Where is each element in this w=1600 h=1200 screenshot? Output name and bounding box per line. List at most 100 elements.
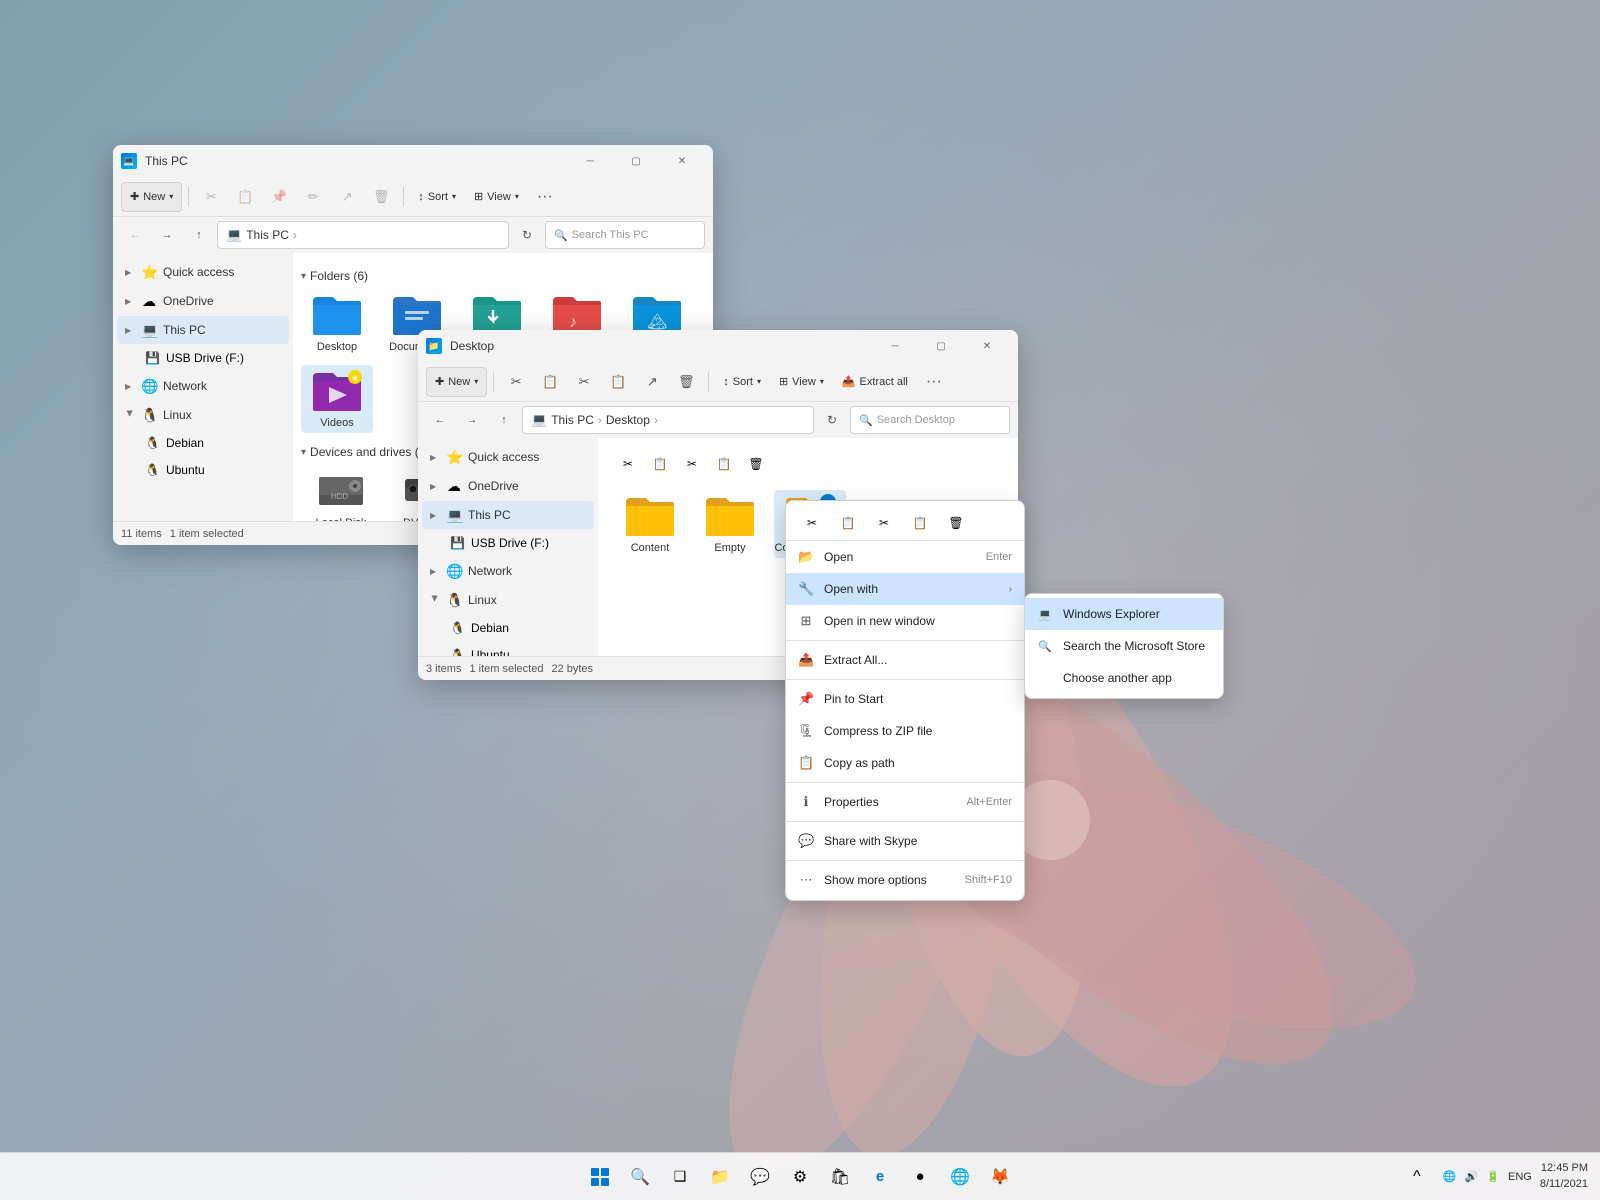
sidebar-item-thispc[interactable]: ▶ 💻 This PC: [117, 316, 289, 344]
view-btn-this-pc[interactable]: ⊞ View ▾: [466, 182, 527, 212]
sidebar2-item-ubuntu[interactable]: 🐧 Ubuntu: [422, 642, 594, 656]
folder-videos[interactable]: ★ Videos: [301, 365, 373, 433]
ctx-share-skype[interactable]: 💬 Share with Skype: [786, 825, 1024, 857]
refresh-btn-desktop[interactable]: ↻: [818, 406, 846, 434]
maximize-btn-this-pc[interactable]: ▢: [613, 145, 659, 177]
search-button[interactable]: 🔍: [622, 1159, 658, 1195]
path-this-pc[interactable]: 💻 This PC ›: [217, 221, 509, 249]
ctx-copy-path[interactable]: 📋 Copy as path: [786, 747, 1024, 779]
chrome-taskbar-button[interactable]: 🌐: [942, 1159, 978, 1195]
ctx-open[interactable]: 📂 Open Enter: [786, 541, 1024, 573]
folder-delete-btn[interactable]: 🗑: [742, 450, 770, 478]
folder-cut2-btn[interactable]: ✂: [678, 450, 706, 478]
new-icon-desktop: ✚: [435, 375, 444, 388]
folders-section-header[interactable]: ▾ Folders (6): [301, 269, 705, 283]
taskbar-right: ^ 🌐 🔊 🔋 ENG 12:45 PM 8/11/2021: [1399, 1159, 1588, 1195]
paste-btn-desktop[interactable]: ✂: [568, 367, 600, 397]
folder-content[interactable]: Content: [614, 490, 686, 558]
taskbar-network[interactable]: 🌐: [1443, 1170, 1457, 1183]
submenu-windows-explorer[interactable]: 💻 Windows Explorer: [1025, 598, 1223, 630]
taskbar-center: 🔍 ❑ 📁 💬 ⚙ 🛍 e ● 🌐: [582, 1159, 1018, 1195]
ctx-properties[interactable]: ℹ Properties Alt+Enter: [786, 786, 1024, 818]
submenu-choose-app[interactable]: Choose another app: [1025, 662, 1223, 694]
extra-taskbar-button[interactable]: 🦊: [982, 1159, 1018, 1195]
back-btn-this-pc[interactable]: ←: [121, 221, 149, 249]
more-btn-this-pc[interactable]: ···: [529, 182, 561, 212]
taskbar-language[interactable]: ENG: [1508, 1171, 1532, 1183]
path-desktop[interactable]: 💻 This PC › Desktop ›: [522, 406, 814, 434]
taskview-button[interactable]: ❑: [662, 1159, 698, 1195]
delete-btn-desktop[interactable]: 🗑: [670, 367, 702, 397]
minimize-btn-this-pc[interactable]: ─: [567, 145, 613, 177]
up-btn-desktop[interactable]: ↑: [490, 406, 518, 434]
sidebar-item-network[interactable]: ▶ 🌐 Network: [117, 372, 289, 400]
store-taskbar-button[interactable]: 🛍: [822, 1159, 858, 1195]
sidebar2-item-debian[interactable]: 🐧 Debian: [422, 615, 594, 641]
ctx-pin-start[interactable]: 📌 Pin to Start: [786, 683, 1024, 715]
submenu-ms-store[interactable]: 🔍 Search the Microsoft Store: [1025, 630, 1223, 662]
maximize-btn-desktop[interactable]: ▢: [918, 330, 964, 362]
refresh-btn-this-pc[interactable]: ↻: [513, 221, 541, 249]
ctx-open-new-window[interactable]: ⊞ Open in new window: [786, 605, 1024, 637]
folder-empty[interactable]: Empty: [694, 490, 766, 558]
drive-c[interactable]: HDD Local Disk (C:): [301, 465, 381, 521]
sidebar2-item-onedrive[interactable]: ▶ ☁ OneDrive: [422, 472, 594, 500]
taskbar-battery[interactable]: 🔋: [1486, 1170, 1500, 1183]
sidebar2-item-quickaccess[interactable]: ▶ ⭐ Quick access: [422, 443, 594, 471]
ctx-cut-icon[interactable]: ✂: [798, 509, 826, 537]
back-btn-desktop[interactable]: ←: [426, 406, 454, 434]
more-taskbar-apps[interactable]: ●: [902, 1159, 938, 1195]
taskbar-chevron-up[interactable]: ^: [1399, 1159, 1435, 1195]
explorer-taskbar-button[interactable]: 📁: [702, 1159, 738, 1195]
more-btn-desktop[interactable]: ···: [918, 367, 950, 397]
search-box-this-pc[interactable]: 🔍 Search This PC: [545, 221, 705, 249]
rename-btn-desktop[interactable]: 📋: [602, 367, 634, 397]
sidebar2-item-usbdrive[interactable]: 💾 USB Drive (F:): [422, 530, 594, 556]
sidebar-item-quickaccess[interactable]: ▶ ⭐ Quick access: [117, 258, 289, 286]
sidebar-item-ubuntu[interactable]: 🐧 Ubuntu: [117, 457, 289, 483]
start-button[interactable]: [582, 1159, 618, 1195]
close-btn-this-pc[interactable]: ✕: [659, 145, 705, 177]
folder-cut-btn[interactable]: ✂: [614, 450, 642, 478]
sort-btn-this-pc[interactable]: ↕ Sort ▾: [410, 182, 464, 212]
sort-btn-desktop[interactable]: ↕ Sort ▾: [715, 367, 769, 397]
view-btn-desktop[interactable]: ⊞ View ▾: [771, 367, 832, 397]
sidebar2-item-linux[interactable]: ▶ 🐧 Linux: [422, 586, 594, 614]
ctx-compress-zip[interactable]: 🗜 Compress to ZIP file: [786, 715, 1024, 747]
cut-btn-desktop[interactable]: ✂: [500, 367, 532, 397]
search-box-desktop[interactable]: 🔍 Search Desktop: [850, 406, 1010, 434]
sidebar-item-onedrive[interactable]: ▶ ☁ OneDrive: [117, 287, 289, 315]
sidebar-item-debian[interactable]: 🐧 Debian: [117, 430, 289, 456]
ctx-paste-icon[interactable]: ✂: [870, 509, 898, 537]
share-btn-desktop[interactable]: ↗: [636, 367, 668, 397]
new-button-this-pc[interactable]: ✚ New ▾: [121, 182, 182, 212]
forward-btn-this-pc[interactable]: →: [153, 221, 181, 249]
folders-chevron: ▾: [301, 271, 306, 282]
close-btn-desktop[interactable]: ✕: [964, 330, 1010, 362]
extract-btn-desktop[interactable]: 📤 Extract all: [834, 367, 916, 397]
edge-taskbar-button[interactable]: e: [862, 1159, 898, 1195]
sidebar-item-usbdrive[interactable]: 💾 USB Drive (F:): [117, 345, 289, 371]
sidebar-desktop: ▶ ⭐ Quick access ▶ ☁ OneDrive ▶ 💻 This P…: [418, 438, 598, 656]
folder-copy-btn[interactable]: 📋: [646, 450, 674, 478]
taskbar-volume[interactable]: 🔊: [1465, 1170, 1479, 1183]
sidebar2-item-network[interactable]: ▶ 🌐 Network: [422, 557, 594, 585]
sidebar2-item-thispc[interactable]: ▶ 💻 This PC: [422, 501, 594, 529]
ctx-open-with[interactable]: 🔧 Open with › 💻 Windows Explorer 🔍 Searc…: [786, 573, 1024, 605]
ctx-rename-icon[interactable]: 📋: [906, 509, 934, 537]
new-button-desktop[interactable]: ✚ New ▾: [426, 367, 487, 397]
ctx-show-more[interactable]: ⋯ Show more options Shift+F10: [786, 864, 1024, 896]
skype-taskbar-button[interactable]: 💬: [742, 1159, 778, 1195]
folder-desktop[interactable]: Desktop: [301, 289, 373, 357]
forward-btn-desktop[interactable]: →: [458, 406, 486, 434]
minimize-btn-desktop[interactable]: ─: [872, 330, 918, 362]
ctx-delete-icon[interactable]: 🗑: [942, 509, 970, 537]
taskbar-clock[interactable]: 12:45 PM 8/11/2021: [1540, 1161, 1588, 1192]
copy-btn-desktop[interactable]: 📋: [534, 367, 566, 397]
settings-taskbar-button[interactable]: ⚙: [782, 1159, 818, 1195]
sidebar-item-linux[interactable]: ▶ 🐧 Linux: [117, 401, 289, 429]
folder-paste-btn[interactable]: 📋: [710, 450, 738, 478]
up-btn-this-pc[interactable]: ↑: [185, 221, 213, 249]
ctx-extract-all[interactable]: 📤 Extract All...: [786, 644, 1024, 676]
ctx-copy-icon[interactable]: 📋: [834, 509, 862, 537]
